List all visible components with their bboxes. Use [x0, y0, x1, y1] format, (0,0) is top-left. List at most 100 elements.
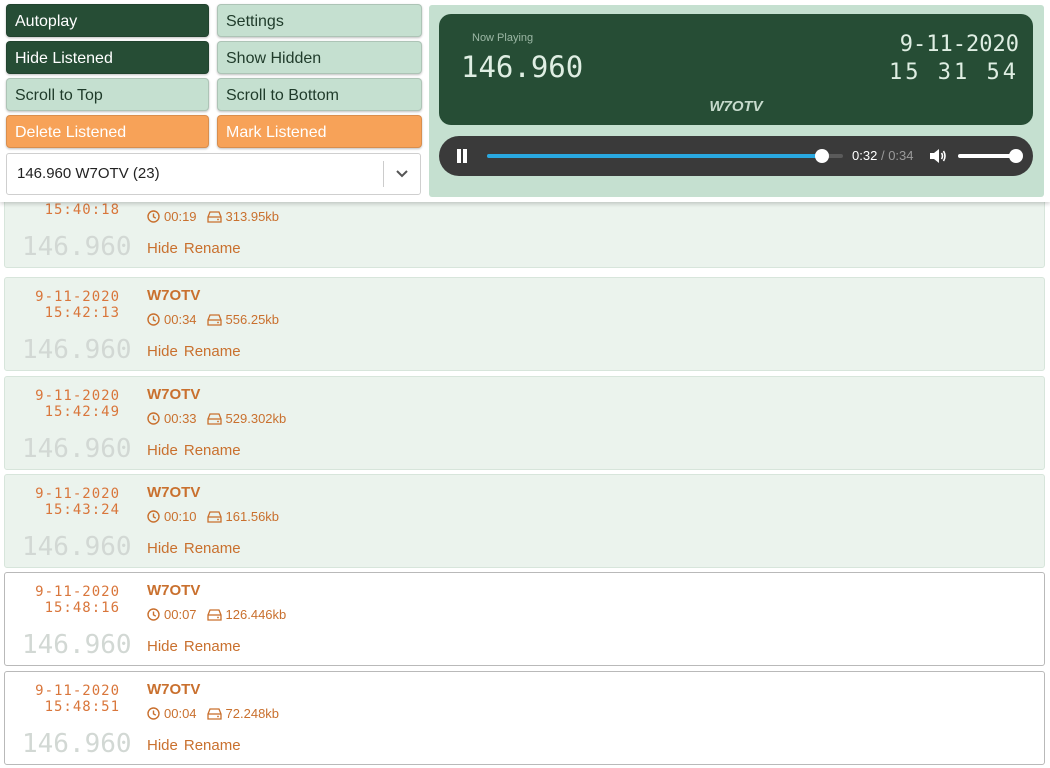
- volume-slider[interactable]: [958, 149, 1023, 163]
- recording-duration: 00:04: [164, 706, 197, 721]
- recording-size: 313.95kb: [225, 209, 280, 224]
- mark-listened-button[interactable]: Mark Listened: [217, 115, 422, 148]
- show-hidden-button[interactable]: Show Hidden: [217, 41, 422, 74]
- clock-icon: [147, 510, 160, 523]
- recording-actions: Hide Rename: [147, 240, 247, 257]
- recording-callsign[interactable]: W7OTV: [147, 484, 200, 501]
- recording-actions: Hide Rename: [147, 442, 247, 459]
- recording-date: 9-11-2020: [35, 388, 120, 404]
- volume-handle[interactable]: [1009, 149, 1023, 163]
- recording-time: 15:48:51: [44, 699, 120, 715]
- recording-size: 161.56kb: [225, 509, 280, 524]
- recording-callsign[interactable]: W7OTV: [147, 287, 200, 304]
- recording-time: 15:40:18: [44, 202, 120, 218]
- volume-icon[interactable]: [929, 148, 947, 164]
- hide-link[interactable]: Hide: [147, 638, 178, 655]
- recording-date: 9-11-2020: [35, 683, 120, 699]
- recording-time: 15:48:16: [44, 600, 120, 616]
- disk-icon: [206, 412, 222, 425]
- select-divider: [383, 161, 384, 187]
- recording-actions: Hide Rename: [147, 540, 247, 557]
- recording-callsign[interactable]: W7OTV: [147, 582, 200, 599]
- recording-actions: Hide Rename: [147, 638, 247, 655]
- recording-row[interactable]: 9-11-2020 15:42:13 146.960 W7OTV 00:34 556.25…: [4, 277, 1045, 371]
- channel-select-value[interactable]: 146.960 W7OTV (23): [17, 154, 160, 194]
- pause-icon[interactable]: [455, 149, 469, 163]
- hide-link[interactable]: Hide: [147, 540, 178, 557]
- recording-row[interactable]: 9-11-2020 15:48:16 146.960 W7OTV 00:07 126.44…: [4, 572, 1045, 666]
- recording-row[interactable]: 9-11-2020 15:42:49 146.960 W7OTV 00:33 529.30…: [4, 376, 1045, 470]
- scroll-to-bottom-button[interactable]: Scroll to Bottom: [217, 78, 422, 111]
- recording-frequency: 146.960: [22, 232, 132, 262]
- recording-date: 9-11-2020: [35, 584, 120, 600]
- recording-size: 556.25kb: [225, 312, 280, 327]
- clock-icon: [147, 608, 160, 621]
- audio-player: 0:32 / 0:34: [439, 136, 1033, 176]
- recording-row[interactable]: 9-11-2020 15:48:51 146.960 W7OTV 00:04 72.248…: [4, 671, 1045, 765]
- now-playing-time: 15 31 54: [889, 60, 1019, 85]
- recording-meta: 00:07 126.446kb: [147, 607, 286, 622]
- now-playing-frequency: 146.960: [461, 50, 584, 84]
- time-readout: 0:32 / 0:34: [852, 148, 914, 163]
- recording-time: 15:42:49: [44, 404, 120, 420]
- recording-meta: 00:34 556.25kb: [147, 312, 279, 327]
- disk-icon: [206, 313, 222, 326]
- clock-icon: [147, 210, 160, 223]
- rename-link[interactable]: Rename: [184, 737, 241, 754]
- seek-bar-fill: [487, 154, 822, 158]
- recording-duration: 00:07: [164, 607, 197, 622]
- recording-callsign[interactable]: W7OTV: [147, 386, 200, 403]
- recording-meta: 00:04 72.248kb: [147, 706, 279, 721]
- channel-select[interactable]: 146.960 W7OTV (23): [6, 153, 421, 195]
- recording-duration: 00:10: [164, 509, 197, 524]
- elapsed-time: 0:32: [852, 148, 878, 163]
- rename-link[interactable]: Rename: [184, 540, 241, 557]
- recording-frequency: 146.960: [22, 729, 132, 759]
- hide-listened-button[interactable]: Hide Listened: [6, 41, 209, 74]
- recording-callsign[interactable]: W7OTV: [147, 681, 200, 698]
- recording-frequency: 146.960: [22, 434, 132, 464]
- clock-icon: [147, 412, 160, 425]
- settings-button[interactable]: Settings: [217, 4, 422, 37]
- recording-actions: Hide Rename: [147, 343, 247, 360]
- hide-link[interactable]: Hide: [147, 343, 178, 360]
- recording-frequency: 146.960: [22, 532, 132, 562]
- recording-duration: 00:19: [164, 209, 197, 224]
- now-playing-date: 9-11-2020: [899, 32, 1019, 57]
- recording-time: 15:42:13: [44, 305, 120, 321]
- hide-link[interactable]: Hide: [147, 737, 178, 754]
- clock-icon: [147, 707, 160, 720]
- disk-icon: [206, 210, 222, 223]
- recording-actions: Hide Rename: [147, 737, 247, 754]
- recording-size: 126.446kb: [225, 607, 287, 622]
- recording-size: 72.248kb: [225, 706, 280, 721]
- rename-link[interactable]: Rename: [184, 638, 241, 655]
- recording-duration: 00:33: [164, 411, 197, 426]
- recording-meta: 00:10 161.56kb: [147, 509, 279, 524]
- time-separator: /: [880, 148, 885, 163]
- recording-meta: 00:19 313.95kb: [147, 209, 279, 224]
- rename-link[interactable]: Rename: [184, 343, 241, 360]
- recording-size: 529.302kb: [225, 411, 287, 426]
- seek-bar[interactable]: [487, 149, 843, 163]
- now-playing-display: Now Playing 146.960 9-11-2020 15 31 54 W…: [439, 14, 1033, 125]
- recording-date: 9-11-2020: [35, 486, 120, 502]
- rename-link[interactable]: Rename: [184, 240, 241, 257]
- hide-link[interactable]: Hide: [147, 442, 178, 459]
- seek-handle[interactable]: [814, 149, 829, 163]
- clock-icon: [147, 313, 160, 326]
- chevron-down-icon[interactable]: [395, 167, 409, 181]
- disk-icon: [206, 608, 222, 621]
- rename-link[interactable]: Rename: [184, 442, 241, 459]
- control-panel: Autoplay Settings Hide Listened Show Hid…: [0, 0, 1050, 202]
- recording-meta: 00:33 529.302kb: [147, 411, 286, 426]
- scroll-to-top-button[interactable]: Scroll to Top: [6, 78, 209, 111]
- hide-link[interactable]: Hide: [147, 240, 178, 257]
- now-playing-label: Now Playing: [472, 32, 534, 44]
- autoplay-button[interactable]: Autoplay: [6, 4, 209, 37]
- recording-row[interactable]: 9-11-2020 15:43:24 146.960 W7OTV 00:10 161.56…: [4, 474, 1045, 568]
- delete-listened-button[interactable]: Delete Listened: [6, 115, 209, 148]
- total-time: 0:34: [888, 148, 914, 163]
- disk-icon: [206, 510, 222, 523]
- disk-icon: [206, 707, 222, 720]
